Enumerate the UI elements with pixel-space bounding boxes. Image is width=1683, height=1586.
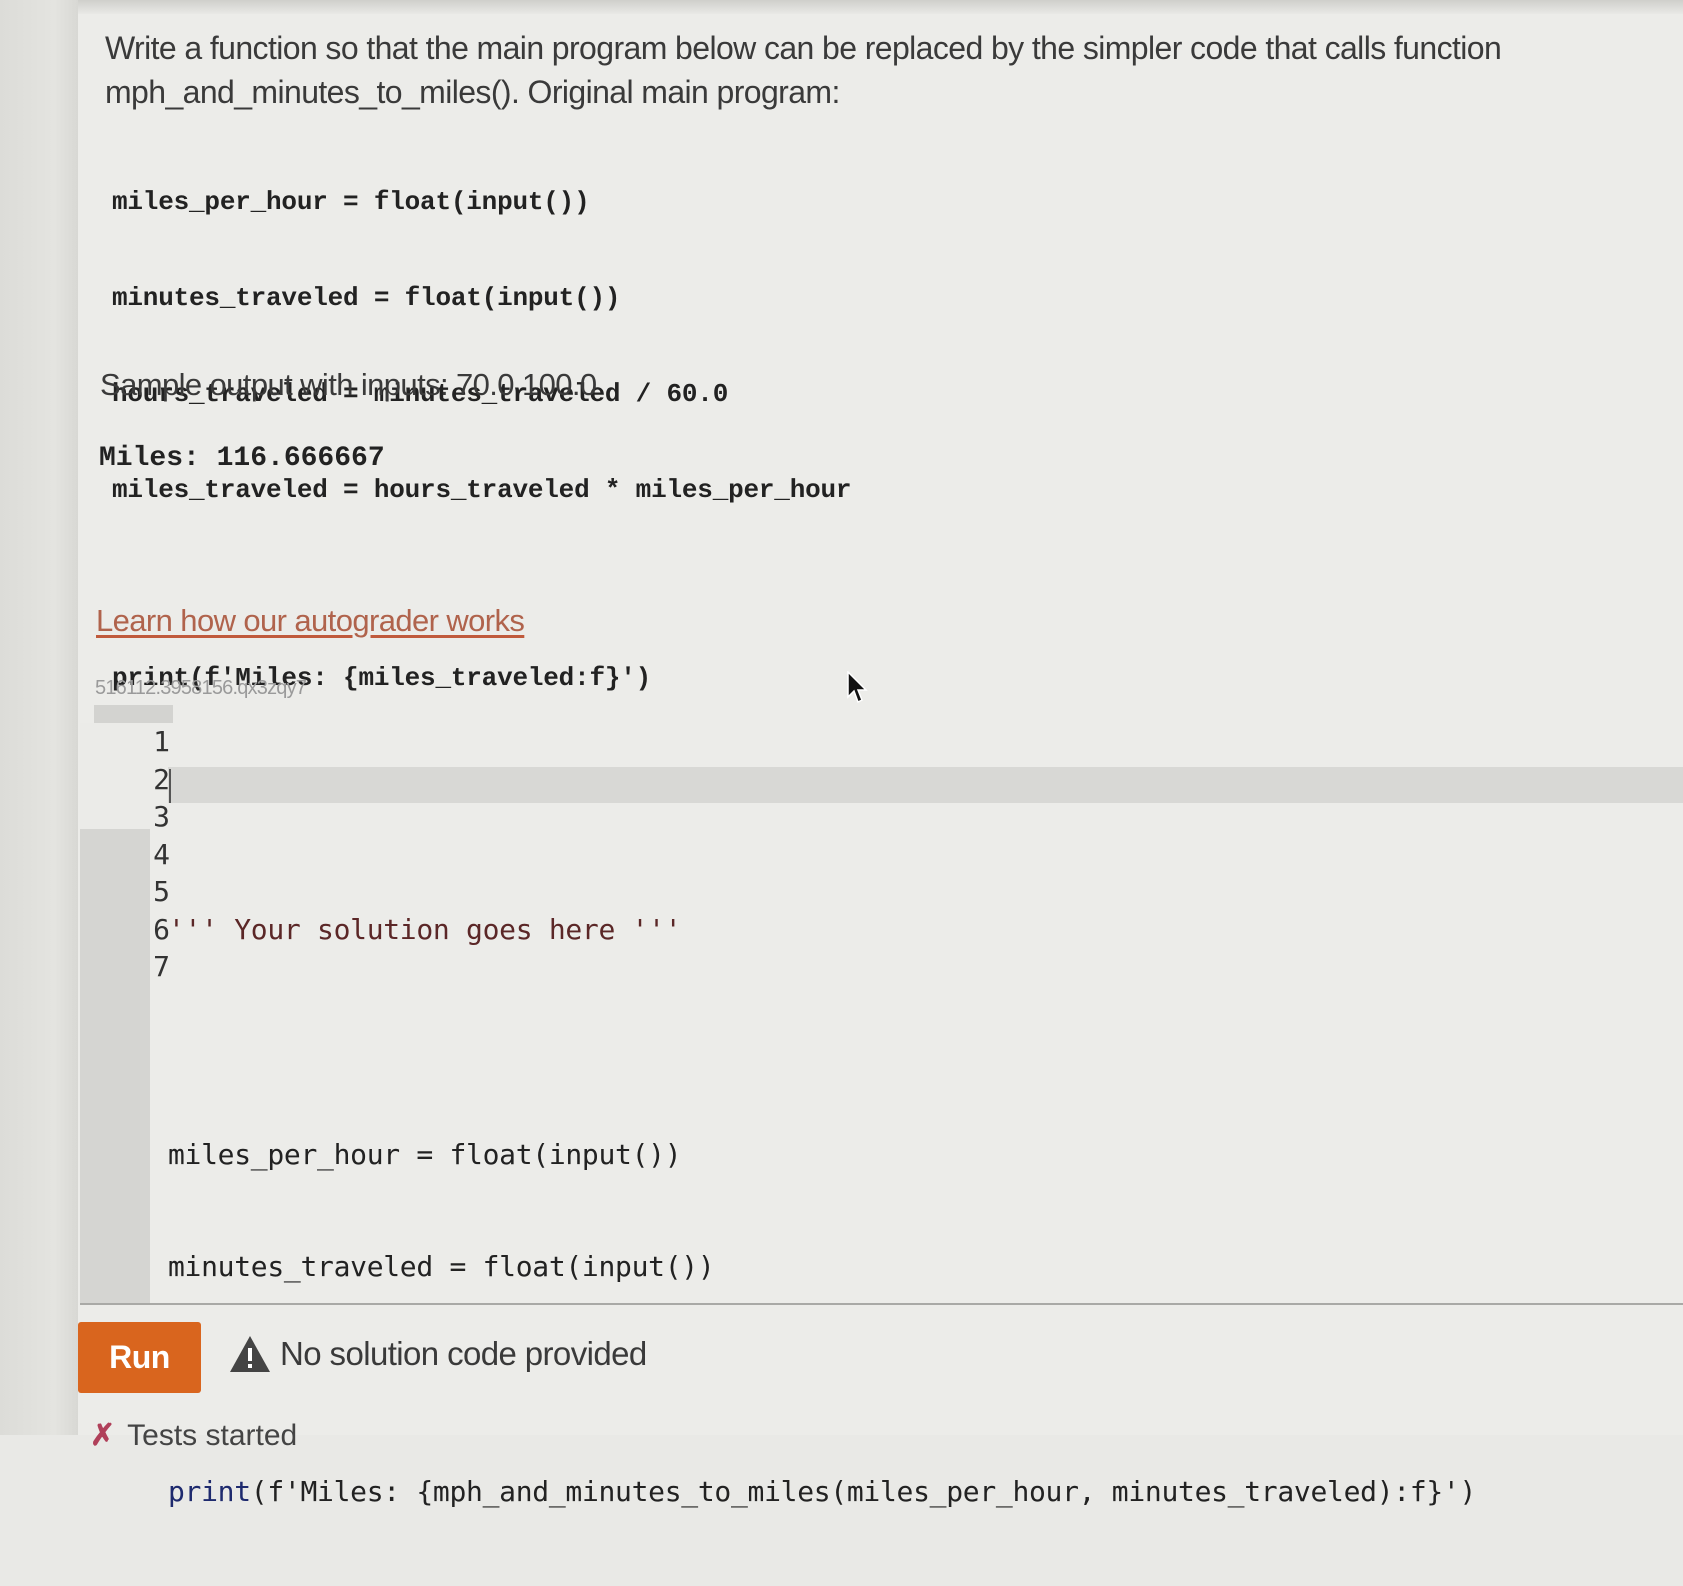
- code-line: miles_traveled = hours_traveled * miles_…: [112, 475, 852, 505]
- top-edge: [78, 0, 1683, 14]
- run-button[interactable]: Run: [78, 1322, 201, 1393]
- line-number: 4: [153, 837, 170, 871]
- print-args: (f'Miles: {mph_and_minutes_to_miles(mile…: [250, 1475, 1477, 1508]
- line-numbers: 1 2 3 4 5 6 7: [124, 723, 170, 986]
- editor-line[interactable]: ''' Your solution goes here ''': [168, 911, 1683, 949]
- tests-status: ✗ Tests started: [90, 1418, 297, 1453]
- problem-prompt: Write a function so that the main progra…: [105, 26, 1565, 114]
- status-text: No solution code provided: [280, 1335, 647, 1372]
- mouse-cursor-icon: [847, 671, 868, 704]
- editor-line[interactable]: miles_per_hour = float(input()): [168, 1136, 1683, 1174]
- sample-output-label: Sample output with inputs: 70.0 100.0: [100, 367, 597, 402]
- editor-line[interactable]: [168, 798, 1683, 836]
- prompt-line-1: Write a function so that the main progra…: [105, 30, 1502, 66]
- autograder-help-link[interactable]: Learn how our autograder works: [96, 603, 525, 639]
- left-margin-strip: [0, 0, 79, 1435]
- editor-gutter-header: [94, 705, 173, 723]
- code-line: minutes_traveled = float(input()): [112, 283, 621, 313]
- code-editor[interactable]: 1 2 3 4 5 6 7 ''' Your solution goes her…: [80, 705, 1683, 1508]
- editor-line[interactable]: [168, 1023, 1683, 1061]
- status-message: No solution code provided: [228, 1334, 647, 1374]
- challenge-id: 516112.3958156.qx3zqy7: [95, 677, 307, 699]
- line-number: 2: [153, 762, 170, 796]
- prompt-line-2: mph_and_minutes_to_miles(). Original mai…: [105, 74, 840, 110]
- line-number: 5: [153, 875, 170, 908]
- editor-line[interactable]: minutes_traveled = float(input()): [168, 1248, 1683, 1286]
- editor-code[interactable]: ''' Your solution goes here ''' miles_pe…: [168, 723, 1683, 1586]
- editor-line[interactable]: print(f'Miles: {mph_and_minutes_to_miles…: [168, 1473, 1683, 1511]
- code-line: miles_per_hour = float(input()): [112, 187, 590, 217]
- line-number: 3: [153, 800, 170, 833]
- x-icon: ✗: [90, 1419, 116, 1452]
- line-number: 7: [153, 950, 170, 983]
- line-number: 6: [153, 912, 170, 946]
- line-number: 1: [153, 725, 170, 758]
- warning-icon: [230, 1336, 270, 1372]
- tests-label: Tests started: [127, 1418, 298, 1452]
- sample-output: Miles: 116.666667: [99, 443, 385, 474]
- print-keyword: print: [168, 1475, 251, 1508]
